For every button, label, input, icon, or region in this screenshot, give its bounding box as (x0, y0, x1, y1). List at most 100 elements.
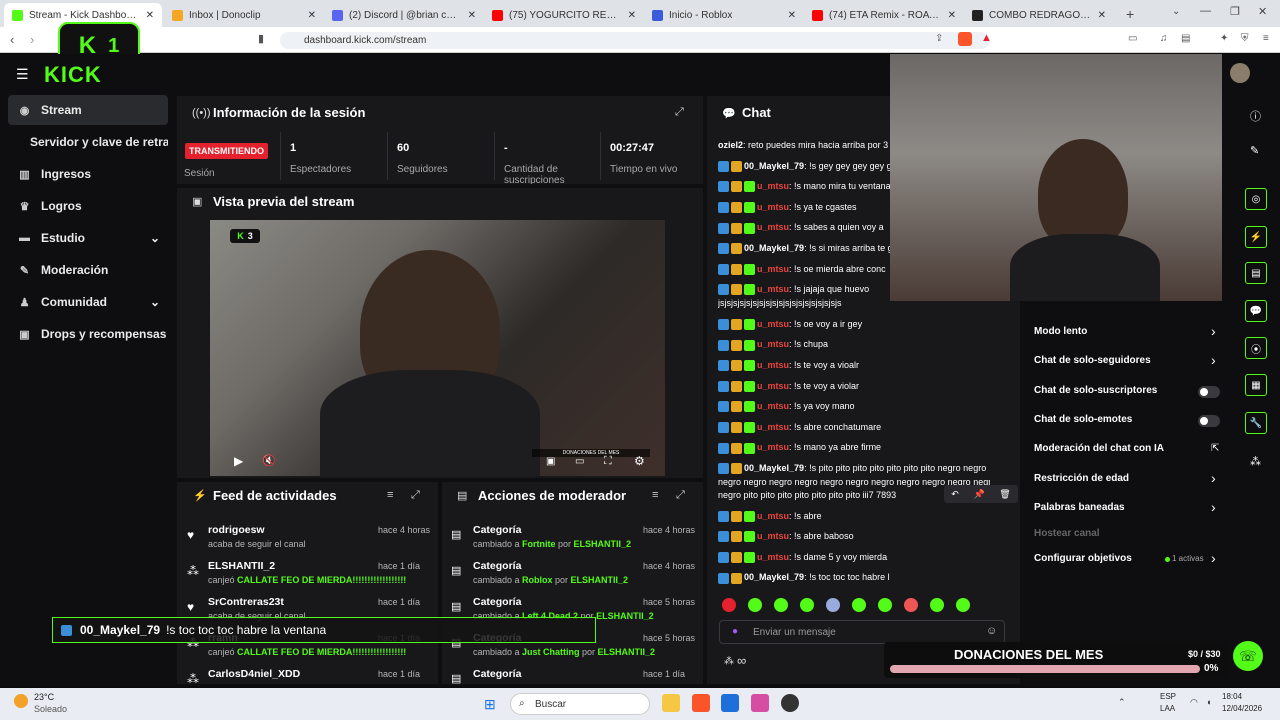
toggle-switch[interactable] (1198, 415, 1220, 427)
url-field[interactable]: dashboard.kick.com/stream (280, 32, 990, 49)
instagram-taskbar-icon[interactable] (751, 694, 769, 712)
weather-icon[interactable] (14, 694, 28, 708)
emote-icon[interactable] (956, 598, 970, 612)
clock-time[interactable]: 18:04 (1222, 692, 1242, 701)
chevron-right-icon[interactable]: › (1211, 550, 1216, 566)
emote-icon[interactable] (826, 598, 840, 612)
chat-message[interactable]: u_mtsu: !s oe voy a ir gey (718, 319, 890, 330)
emote-icon[interactable] (904, 598, 918, 612)
chat-message[interactable]: u_mtsu: !s oe mierda abre conc (718, 264, 890, 275)
chat-setting-label[interactable]: Configurar objetivos (1034, 553, 1132, 564)
chat-setting-label[interactable]: Chat de solo-emotes (1034, 414, 1132, 425)
share-icon[interactable]: ⇪ (935, 33, 943, 44)
rail-wrench-button[interactable]: 🔧 (1245, 412, 1267, 434)
lang-label[interactable]: ESP (1160, 692, 1176, 701)
wifi-icon[interactable]: ◠ (1190, 697, 1198, 708)
vpn-icon[interactable]: ⛨ (1241, 33, 1249, 44)
chat-setting-label[interactable]: Restricción de edad (1034, 473, 1129, 484)
chevron-right-icon[interactable]: › (1211, 323, 1216, 339)
brave-shield-icon[interactable] (958, 32, 972, 46)
edit-icon[interactable]: ✎ (1250, 144, 1259, 157)
rail-broadcast-button[interactable]: ⦿ (1245, 337, 1267, 359)
mute-icon[interactable]: 🔇 (262, 454, 276, 467)
emote-menu-icon[interactable]: ⁂ (724, 656, 734, 667)
chat-message[interactable]: u_mtsu: !s sabes a quien voy a (718, 222, 890, 234)
emote-icon[interactable] (852, 598, 866, 612)
tab-close-icon[interactable]: ✕ (948, 10, 956, 21)
play-icon[interactable]: ▶ (234, 454, 243, 468)
chat-message[interactable]: 00_Maykel_79: !s si miras arriba te gu (718, 243, 890, 255)
browser-tab[interactable]: (75) YOGURCITO REMIX (feat. Kris R ✕ (484, 3, 644, 27)
fullscreen-icon[interactable]: ⛶ (604, 455, 612, 468)
chat-message[interactable]: oziel2: reto puedes mira hacia arriba po… (718, 140, 890, 150)
chat-message[interactable]: u_mtsu: !s te voy a vioalr (718, 360, 890, 372)
tab-close-icon[interactable]: ✕ (468, 10, 476, 21)
pip-icon[interactable]: ▣ (546, 456, 555, 467)
minimize-icon[interactable]: — (1200, 5, 1211, 17)
chat-message[interactable]: u_mtsu: !s abre conchatumare (718, 422, 890, 433)
support-button[interactable]: ☏ (1233, 641, 1263, 671)
mod-popout-icon[interactable]: ⤢ (676, 489, 685, 502)
hamburger-icon[interactable]: ☰ (16, 66, 29, 83)
external-link-icon[interactable]: ⇱ (1211, 443, 1219, 454)
rail-bolt-button[interactable]: ⚡ (1245, 226, 1267, 248)
chat-setting-label[interactable]: Modo lento (1034, 326, 1087, 337)
sidebar-toggle-icon[interactable]: ▭ (1128, 33, 1137, 44)
infinity-icon[interactable]: ∞ (737, 653, 746, 668)
avatar[interactable] (1230, 63, 1250, 83)
chat-setting-label[interactable]: Moderación del chat con IA (1034, 443, 1164, 454)
brave-taskbar-icon[interactable] (692, 694, 710, 712)
clock-date[interactable]: 12/04/2026 (1222, 704, 1262, 713)
chat-setting-label[interactable]: Chat de solo-seguidores (1034, 355, 1151, 366)
feed-popout-icon[interactable]: ⤢ (411, 489, 420, 502)
edge-taskbar-icon[interactable] (721, 694, 739, 712)
chat-setting-label[interactable]: Chat de solo-suscriptores (1034, 385, 1157, 396)
chat-message[interactable]: 00_Maykel_79: !s toc toc toc habre la ve… (718, 572, 890, 584)
new-tab-button[interactable]: + (1126, 6, 1134, 22)
tab-close-icon[interactable]: ✕ (1098, 10, 1106, 21)
reader-icon[interactable]: ▤ (1181, 33, 1190, 44)
pin-icon[interactable]: 📌 (973, 489, 984, 500)
taskbar-search[interactable]: ⌕ Buscar (510, 693, 650, 715)
obs-taskbar-icon[interactable] (781, 694, 799, 712)
chat-message[interactable]: u_mtsu: !s abre baboso (718, 531, 890, 543)
chat-message[interactable]: u_mtsu: !s chupa (718, 339, 890, 351)
sidebar-item-stream[interactable]: ◉ Stream (8, 95, 168, 125)
close-window-icon[interactable]: ✕ (1258, 5, 1267, 18)
windows-start-icon[interactable]: ⊞ (484, 696, 496, 713)
lang-sub-label[interactable]: LAA (1160, 704, 1175, 713)
reply-icon[interactable]: ↶ (951, 489, 959, 500)
brave-rewards-icon[interactable]: ▲ (981, 32, 992, 44)
chat-message[interactable]: 00_Maykel_79: !s gey gey gey gey gey (718, 161, 890, 172)
emote-icon[interactable] (930, 598, 944, 612)
tray-chevron-icon[interactable]: ⌃ (1118, 697, 1126, 708)
chat-message[interactable]: u_mtsu: !s dame 5 y voy mierda no apages (718, 552, 890, 563)
emote-icon[interactable] (800, 598, 814, 612)
theater-icon[interactable]: ▭ (575, 456, 584, 467)
chevron-right-icon[interactable]: › (1211, 499, 1216, 515)
chevron-right-icon[interactable]: › (1211, 352, 1216, 368)
toggle-switch[interactable] (1198, 386, 1220, 398)
tab-close-icon[interactable]: ✕ (146, 10, 154, 21)
settings-gear-icon[interactable]: ⚙ (634, 454, 645, 468)
bookmark-icon[interactable]: ▮ (258, 32, 264, 45)
rail-chat-button[interactable]: 💬 (1245, 300, 1267, 322)
emote-icon[interactable] (878, 598, 892, 612)
browser-tab[interactable]: (74) ETA Remix - ROA ft.De La Rose ✕ (804, 3, 964, 27)
sidebar-item-moderación[interactable]: ✎ Moderación (8, 255, 168, 285)
emote-icon[interactable] (722, 598, 736, 612)
chevron-right-icon[interactable]: › (1211, 470, 1216, 486)
kick-logo[interactable]: KICK (44, 62, 102, 88)
rail-camera-button[interactable]: ◎ (1245, 188, 1267, 210)
chat-message[interactable]: u_mtsu: !s te voy a violar (718, 381, 890, 392)
chat-message[interactable]: u_mtsu: !s mano mira tu ventana (718, 181, 890, 193)
sidebar-item-ingresos[interactable]: ▥ Ingresos (8, 159, 168, 189)
maximize-icon[interactable]: ❐ (1230, 5, 1240, 18)
extensions-icon[interactable]: ✦ (1220, 33, 1228, 44)
sidebar-item-logros[interactable]: ♛ Logros (8, 191, 168, 221)
tab-close-icon[interactable]: ✕ (788, 10, 796, 21)
chat-message[interactable]: u_mtsu: !s mano ya abre firme (718, 442, 890, 454)
sidebar-item-comunidad[interactable]: ♟ Comunidad ⌄ (8, 287, 168, 317)
feed-filter-icon[interactable]: ≡ (387, 489, 393, 501)
emoji-icon[interactable]: ☺ (986, 625, 997, 637)
